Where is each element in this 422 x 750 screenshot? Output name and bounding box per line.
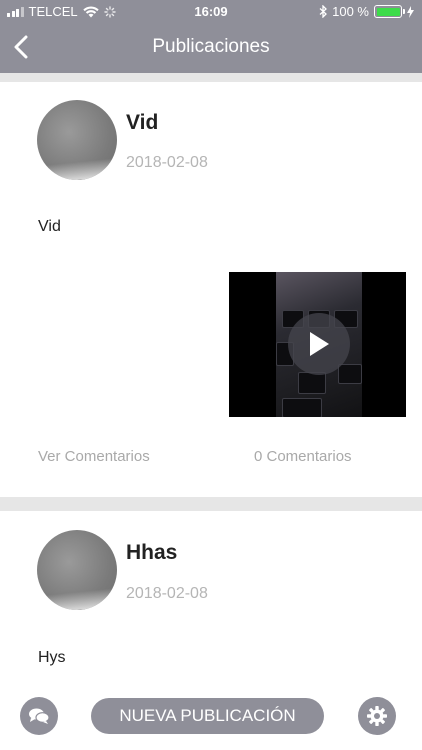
post-date: 2018-02-08	[126, 585, 208, 602]
post-body: Hys	[38, 649, 66, 666]
status-bar: TELCEL 16:09 100 %	[0, 0, 422, 22]
chat-bubbles-icon	[29, 708, 50, 724]
divider	[0, 73, 422, 82]
view-comments-link[interactable]: Ver Comentarios	[38, 448, 150, 465]
post-title: Hhas	[126, 541, 178, 564]
post-title: Vid	[126, 111, 159, 134]
comment-count[interactable]: 0 Comentarios	[254, 448, 352, 465]
play-icon	[310, 332, 329, 356]
avatar	[37, 530, 117, 610]
charging-bolt-icon	[407, 5, 414, 18]
battery-icon	[374, 5, 405, 18]
post-card: Vid 2018-02-08 Vid Ver Comentarios 0 Com…	[0, 82, 422, 497]
header: TELCEL 16:09 100 % Publicaciones	[0, 0, 422, 73]
avatar	[37, 100, 117, 180]
battery-percent: 100 %	[332, 4, 369, 19]
bluetooth-icon	[319, 5, 328, 18]
post-date: 2018-02-08	[126, 154, 208, 171]
settings-button[interactable]	[358, 697, 396, 735]
gear-icon	[367, 706, 387, 726]
post-body: Vid	[38, 218, 61, 235]
page-title: Publicaciones	[152, 36, 270, 57]
chat-button[interactable]	[20, 697, 58, 735]
new-post-button[interactable]: NUEVA PUBLICACIÓN	[91, 698, 324, 734]
video-thumbnail[interactable]	[229, 272, 406, 417]
play-button[interactable]	[288, 313, 350, 375]
divider	[0, 497, 422, 511]
